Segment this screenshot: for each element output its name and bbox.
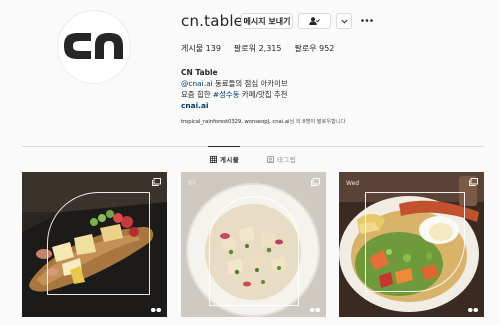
stat-following[interactable]: 팔로우 952 <box>294 43 334 54</box>
following-button[interactable] <box>298 13 331 29</box>
bio-display-name: CN Table <box>181 68 218 77</box>
message-button[interactable]: 메시지 보내기 <box>241 13 293 29</box>
watermark-logo-icon <box>468 308 478 312</box>
tab-tagged[interactable]: 태그됨 <box>267 155 296 164</box>
stat-followers-label: 팔로워 <box>233 44 257 53</box>
more-options-icon <box>361 18 373 22</box>
frame-overlay <box>47 192 150 295</box>
suggestions-dropdown-button[interactable] <box>336 13 352 29</box>
grid-icon <box>210 156 217 163</box>
multi-photo-icon <box>152 178 161 186</box>
post-thumbnail[interactable]: Fri <box>181 172 326 317</box>
post-thumbnail[interactable] <box>22 172 167 317</box>
stat-following-count: 952 <box>319 44 335 53</box>
followed-by-text[interactable]: tropical_rainforest0329, wonseopJ, cnai.… <box>181 118 345 125</box>
more-options-button[interactable] <box>361 15 375 25</box>
profile-username: cn.table <box>181 12 244 30</box>
stat-followers[interactable]: 팔로워 2,315 <box>234 43 282 54</box>
stat-posts-label: 게시물 <box>181 44 204 53</box>
watermark-logo-icon <box>310 308 320 312</box>
post-3-day-label: Wed <box>346 180 360 187</box>
profile-bio: CN Table @cnai.ai 동료들의 점심 아카이브 요즘 힙한 #성수… <box>181 67 288 111</box>
bio-line-1: @cnai.ai 동료들의 점심 아카이브 <box>181 78 288 89</box>
tab-posts-label: 게시물 <box>220 156 240 164</box>
post-2-day-label: Fri <box>188 180 196 187</box>
bio-line-2-suffix: 카페/맛집 추천 <box>239 90 288 99</box>
frame-overlay <box>209 196 299 306</box>
multi-photo-icon <box>311 178 320 186</box>
bio-line-2-prefix: 요즘 힙한 <box>181 90 213 99</box>
bio-line-2: 요즘 힙한 #성수동 카페/맛집 추천 <box>181 89 288 100</box>
multi-photo-icon <box>469 178 478 186</box>
brand-logo-icon <box>64 33 123 59</box>
tabs-divider <box>22 146 484 147</box>
post-thumbnail[interactable]: Wed <box>339 172 484 317</box>
tab-posts[interactable]: 게시물 <box>210 155 239 164</box>
bio-hashtag-link[interactable]: #성수동 <box>213 90 240 99</box>
bio-website-link[interactable]: cnai.ai <box>181 100 288 111</box>
stat-posts-count: 139 <box>205 44 221 53</box>
active-tab-indicator <box>208 146 240 147</box>
stat-following-label: 팔로우 <box>294 44 317 53</box>
followed-by-suffix: 님 외 8명이 팔로우합니다 <box>289 119 346 125</box>
tagged-icon <box>267 156 274 163</box>
profile-header: cn.table 메시지 보내기 게시물 139 팔로워 2,315 팔로우 9… <box>0 0 500 145</box>
watermark-logo-icon <box>151 308 161 312</box>
stat-posts: 게시물 139 <box>181 43 221 54</box>
followed-by-names: tropical_rainforest0329, wonseopJ, cnai.… <box>181 119 290 125</box>
profile-tabs: 게시물 태그됨 <box>0 155 500 165</box>
frame-overlay <box>365 192 465 292</box>
bio-line-1-text: 동료들의 점심 아카이브 <box>212 79 288 88</box>
profile-stats: 게시물 139 팔로워 2,315 팔로우 952 <box>181 43 347 54</box>
bio-mention-link[interactable]: @cnai.ai <box>181 79 213 88</box>
stat-followers-count: 2,315 <box>258 44 282 53</box>
person-check-icon <box>309 17 320 25</box>
chevron-down-icon <box>340 19 348 24</box>
tab-tagged-label: 태그됨 <box>277 156 297 164</box>
